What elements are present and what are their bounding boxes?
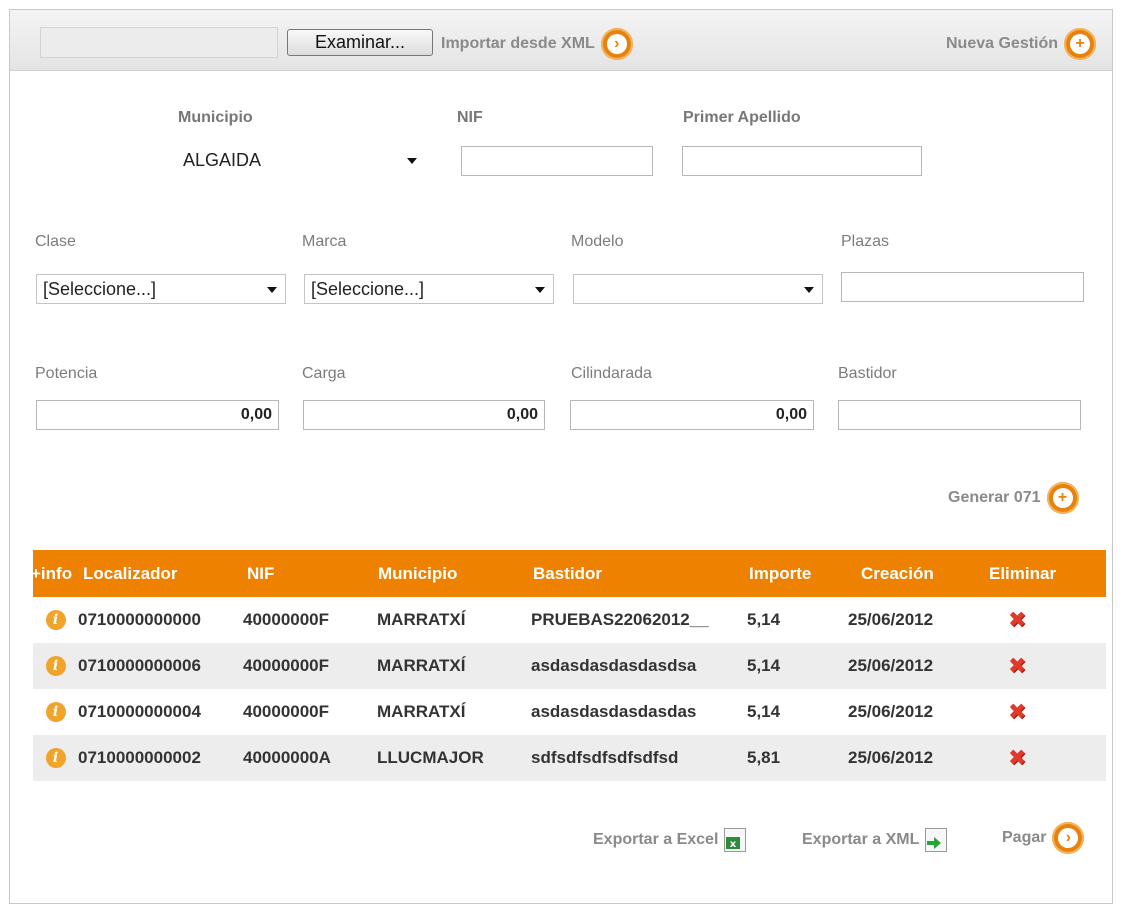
cell-bastidor: asdasdasdasdasdsa (531, 656, 697, 675)
nif-label: NIF (457, 109, 483, 126)
cell-nif: 40000000F (243, 656, 330, 675)
cell-creacion: 25/06/2012 (848, 656, 934, 675)
table-row: i 0710000000000 40000000F MARRATXÍ PRUEB… (33, 597, 1106, 643)
pagar-label: Pagar (1002, 829, 1047, 846)
delete-icon[interactable]: ✖ (1008, 655, 1026, 677)
col-localizador[interactable]: Localizador (83, 564, 247, 584)
top-toolbar: Examinar... Importar desde XML › Nueva G… (10, 10, 1112, 71)
cilindrada-label: Cilindarada (571, 365, 652, 382)
cell-localizador: 0710000000002 (78, 748, 201, 767)
clase-select-value: [Seleccione...] (43, 279, 157, 299)
primer-apellido-input[interactable] (682, 146, 922, 176)
marca-label: Marca (302, 233, 347, 250)
chevron-down-icon (804, 287, 814, 293)
col-info: +info (31, 563, 73, 583)
cell-importe: 5,14 (747, 702, 781, 721)
cell-importe: 5,14 (747, 656, 781, 675)
svg-text:x: x (730, 839, 737, 849)
info-icon[interactable]: i (45, 656, 66, 676)
cell-creacion: 25/06/2012 (848, 610, 934, 629)
cell-municipio: MARRATXÍ (377, 656, 466, 675)
new-gestion-link[interactable]: Nueva Gestión + (946, 28, 1097, 60)
pagar-link[interactable]: Pagar › (1002, 822, 1085, 854)
chevron-down-icon (407, 158, 417, 164)
col-nif[interactable]: NIF (247, 564, 378, 584)
cell-bastidor: PRUEBAS22062012__ (531, 610, 709, 629)
delete-icon[interactable]: ✖ (1008, 701, 1026, 723)
modelo-label: Modelo (571, 233, 624, 250)
cell-nif: 40000000F (243, 702, 330, 721)
results-table: +info Localizador NIF Municipio Bastidor… (31, 550, 1106, 781)
cell-creacion: 25/06/2012 (848, 748, 934, 767)
arrow-right-circle-icon: › (1052, 822, 1085, 854)
marca-select-value: [Seleccione...] (311, 279, 425, 299)
chevron-down-icon (535, 287, 545, 293)
col-bastidor[interactable]: Bastidor (533, 564, 749, 584)
potencia-input[interactable]: 0,00 (36, 400, 279, 430)
potencia-label: Potencia (35, 365, 98, 382)
plazas-label: Plazas (841, 233, 890, 250)
cell-municipio: MARRATXÍ (377, 610, 466, 629)
col-importe[interactable]: Importe (749, 564, 861, 584)
clase-label: Clase (35, 233, 76, 250)
bastidor-label: Bastidor (838, 365, 897, 382)
cell-bastidor: asdasdasdasdasdas (531, 702, 697, 721)
cell-importe: 5,14 (747, 610, 781, 629)
delete-icon[interactable]: ✖ (1008, 609, 1026, 631)
table-row: i 0710000000002 40000000A LLUCMAJOR sdfs… (33, 735, 1106, 781)
marca-select[interactable]: [Seleccione...] (304, 274, 554, 304)
generar-071-label: Generar 071 (948, 489, 1041, 506)
plus-circle-icon: + (1064, 28, 1097, 60)
new-gestion-label: Nueva Gestión (946, 35, 1059, 52)
generar-071-link[interactable]: Generar 071 + (948, 482, 1079, 514)
cell-bastidor: sdfsdfsdfsdfsdfsd (531, 748, 679, 767)
clase-select[interactable]: [Seleccione...] (36, 274, 286, 304)
info-icon[interactable]: i (45, 610, 66, 630)
carga-input[interactable]: 0,00 (303, 400, 545, 430)
export-xml-label: Exportar a XML (802, 831, 920, 848)
table-row: i 0710000000004 40000000F MARRATXÍ asdas… (33, 689, 1106, 735)
cell-localizador: 0710000000000 (78, 610, 201, 629)
carga-label: Carga (302, 365, 346, 382)
plus-circle-icon: + (1046, 482, 1079, 514)
cell-municipio: MARRATXÍ (377, 702, 466, 721)
bastidor-input[interactable] (838, 400, 1081, 430)
export-xml-link[interactable]: Exportar a XML (802, 828, 948, 852)
arrow-right-circle-icon: › (600, 28, 633, 60)
col-creacion[interactable]: Creación (861, 564, 989, 584)
file-path-input[interactable] (40, 27, 278, 58)
municipio-select-value: ALGAIDA (183, 150, 262, 170)
main-panel: Examinar... Importar desde XML › Nueva G… (9, 9, 1113, 904)
cell-localizador: 0710000000004 (78, 702, 201, 721)
xml-file-icon (925, 828, 948, 852)
plazas-input[interactable] (841, 272, 1084, 302)
col-municipio[interactable]: Municipio (378, 564, 533, 584)
cell-municipio: LLUCMAJOR (377, 748, 484, 767)
delete-icon[interactable]: ✖ (1008, 747, 1026, 769)
browse-button[interactable]: Examinar... (287, 29, 433, 56)
col-eliminar: Eliminar (989, 563, 1057, 583)
cell-localizador: 0710000000006 (78, 656, 201, 675)
chevron-down-icon (267, 287, 277, 293)
info-icon[interactable]: i (45, 702, 66, 722)
import-xml-label: Importar desde XML (441, 35, 595, 52)
export-excel-link[interactable]: Exportar a Excel x (593, 828, 747, 852)
cell-creacion: 25/06/2012 (848, 702, 934, 721)
cell-nif: 40000000F (243, 610, 330, 629)
export-excel-label: Exportar a Excel (593, 831, 719, 848)
import-xml-link[interactable]: Importar desde XML › (441, 28, 633, 60)
modelo-select[interactable] (573, 274, 823, 304)
info-icon[interactable]: i (45, 748, 66, 768)
excel-file-icon: x (724, 828, 747, 852)
cell-nif: 40000000A (243, 748, 331, 767)
municipio-label: Municipio (178, 109, 253, 126)
cell-importe: 5,81 (747, 748, 781, 767)
table-header: +info Localizador NIF Municipio Bastidor… (31, 550, 1106, 597)
cilindrada-input[interactable]: 0,00 (570, 400, 814, 430)
table-row: i 0710000000006 40000000F MARRATXÍ asdas… (33, 643, 1106, 689)
municipio-select[interactable]: ALGAIDA (177, 146, 425, 176)
nif-input[interactable] (461, 146, 653, 176)
primer-apellido-label: Primer Apellido (683, 109, 801, 126)
